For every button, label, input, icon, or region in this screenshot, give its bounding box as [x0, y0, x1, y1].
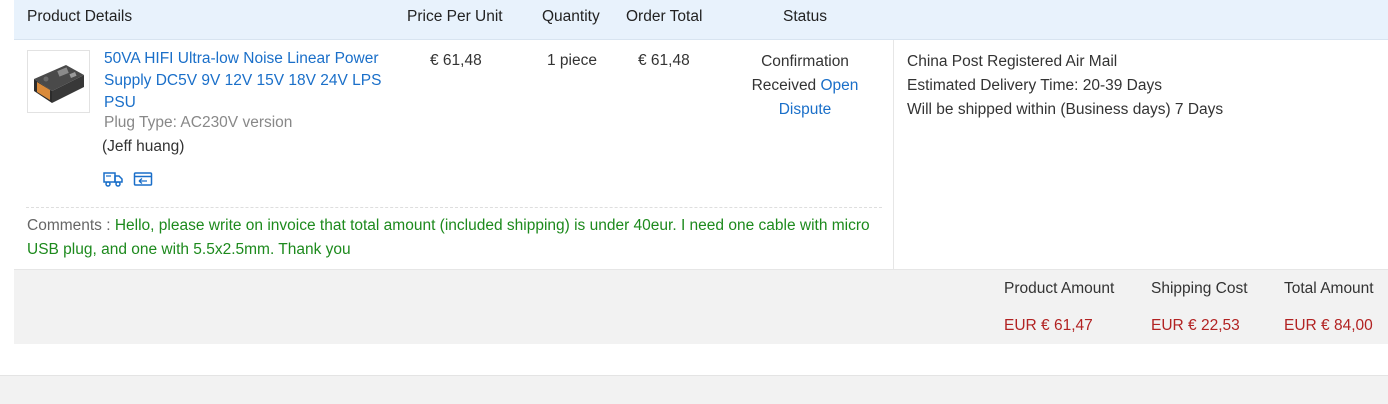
quantity-value: 1 piece — [547, 52, 597, 69]
order-status: Confirmation Received Open Dispute — [729, 50, 881, 122]
total-amount-value: EUR € 84,00 — [1284, 317, 1373, 334]
shipping-cost-label: Shipping Cost — [1151, 280, 1248, 297]
column-divider — [893, 40, 894, 269]
comments-text: Hello, please write on invoice that tota… — [27, 217, 870, 258]
price-per-unit: € 61,48 — [430, 52, 482, 69]
seller-name: (Jeff huang) — [102, 138, 185, 155]
ship-within: Will be shipped within (Business days) 7… — [907, 101, 1224, 118]
order-totals: Product Amount EUR € 61,47 Shipping Cost… — [14, 270, 1388, 344]
power-supply-image — [34, 65, 84, 103]
order-item-row: 50VA HIFI Ultra-low Noise Linear Power S… — [14, 40, 1388, 269]
product-attribute: Plug Type: AC230V version — [104, 114, 293, 131]
comments-divider — [26, 207, 882, 208]
header-status: Status — [783, 8, 827, 25]
comments-label: Comments : — [27, 217, 115, 234]
product-thumbnail[interactable] — [27, 50, 90, 113]
table-header: Product Details Price Per Unit Quantity … — [14, 0, 1388, 40]
order-comments: Comments : Hello, please write on invoic… — [27, 214, 887, 262]
header-quantity: Quantity — [542, 8, 600, 25]
order-total-value: € 61,48 — [638, 52, 690, 69]
shipping-cost-value: EUR € 22,53 — [1151, 317, 1240, 334]
header-price-per-unit: Price Per Unit — [407, 8, 503, 25]
truck-icon[interactable] — [103, 170, 123, 188]
return-icon[interactable] — [133, 170, 153, 188]
product-amount-label: Product Amount — [1004, 280, 1115, 297]
shipping-method: China Post Registered Air Mail — [907, 53, 1118, 70]
header-product-details: Product Details — [27, 8, 133, 25]
footer-band — [0, 375, 1388, 404]
header-order-total: Order Total — [626, 8, 703, 25]
delivery-time: Estimated Delivery Time: 20-39 Days — [907, 77, 1162, 94]
shipping-info: China Post Registered Air Mail Estimated… — [907, 50, 1223, 122]
total-amount-label: Total Amount — [1284, 280, 1374, 297]
product-name-link[interactable]: 50VA HIFI Ultra-low Noise Linear Power S… — [104, 48, 394, 114]
product-amount-value: EUR € 61,47 — [1004, 317, 1093, 334]
